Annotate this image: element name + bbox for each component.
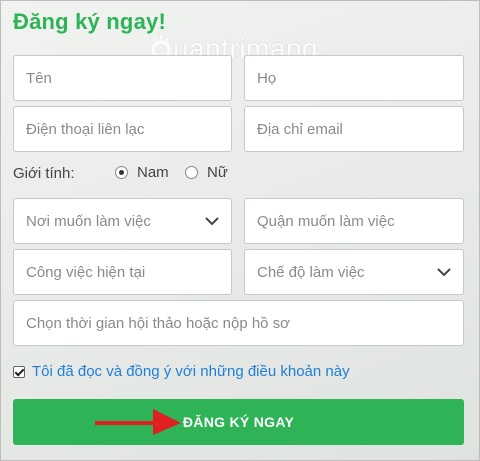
email-field[interactable]: Địa chỉ email: [244, 106, 464, 152]
work-mode-placeholder: Chế độ làm việc: [257, 263, 365, 281]
form-heading: Đăng ký ngay!: [13, 9, 166, 34]
terms-checkbox[interactable]: [13, 365, 25, 378]
register-button-label: ĐĂNG KÝ NGAY: [182, 414, 295, 430]
work-mode-select[interactable]: Chế độ làm việc: [244, 249, 464, 295]
first-name-field[interactable]: Tên: [13, 55, 232, 101]
male-radio[interactable]: [115, 166, 128, 179]
schedule-field[interactable]: Chọn thời gian hội thảo hoặc nộp hồ sơ: [13, 300, 464, 346]
district-placeholder: Quận muốn làm việc: [257, 212, 395, 230]
gender-option-female[interactable]: Nữ: [185, 164, 228, 181]
last-name-placeholder: Họ: [257, 69, 277, 87]
terms-label[interactable]: Tôi đã đọc và đồng ý với những điều khoả…: [32, 363, 350, 380]
phone-field[interactable]: Điện thoại liên lạc: [13, 106, 232, 152]
terms-agreement[interactable]: Tôi đã đọc và đồng ý với những điều khoả…: [13, 363, 350, 380]
gender-group: Giới tính: Nam Nữ: [13, 164, 313, 184]
arrow-right-icon: [95, 409, 181, 435]
work-location-select[interactable]: Nơi muốn làm việc: [13, 198, 232, 244]
gender-label: Giới tính:: [13, 165, 75, 182]
register-button[interactable]: ĐĂNG KÝ NGAY: [13, 399, 464, 445]
email-placeholder: Địa chỉ email: [257, 120, 343, 138]
phone-placeholder: Điện thoại liên lạc: [26, 120, 145, 138]
district-field[interactable]: Quận muốn làm việc: [244, 198, 464, 244]
chevron-down-icon: [205, 213, 219, 230]
registration-form: Đăng ký ngay! uantrimang Tên Họ Điện tho…: [0, 0, 480, 461]
female-label: Nữ: [207, 164, 228, 181]
last-name-field[interactable]: Họ: [244, 55, 464, 101]
schedule-placeholder: Chọn thời gian hội thảo hoặc nộp hồ sơ: [26, 314, 291, 332]
current-job-field[interactable]: Công việc hiện tại: [13, 249, 232, 295]
first-name-placeholder: Tên: [26, 69, 52, 87]
gender-option-male[interactable]: Nam: [115, 164, 169, 181]
female-radio[interactable]: [185, 166, 198, 179]
chevron-down-icon: [437, 264, 451, 281]
male-label: Nam: [137, 164, 169, 181]
current-job-placeholder: Công việc hiện tại: [26, 263, 146, 281]
work-location-placeholder: Nơi muốn làm việc: [26, 212, 151, 230]
